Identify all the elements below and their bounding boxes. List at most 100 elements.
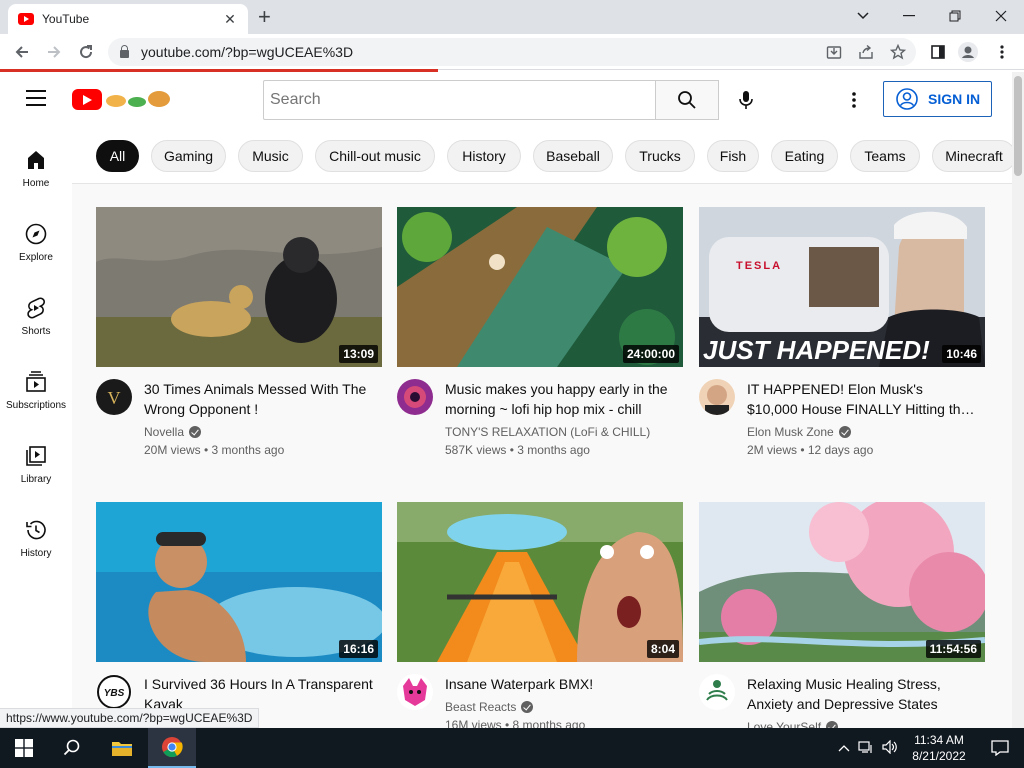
video-thumbnail[interactable]: 13:09 — [96, 207, 382, 367]
video-thumbnail[interactable]: 16:16 — [96, 502, 382, 662]
network-icon[interactable] — [858, 740, 874, 757]
thumbnail-overlay-text: JUST HAPPENED! — [703, 335, 930, 365]
search-button[interactable] — [655, 80, 719, 120]
channel-name[interactable]: Love YourSelf — [747, 720, 839, 728]
tab-title: YouTube — [42, 12, 90, 26]
youtube-doodle-logo[interactable] — [72, 88, 170, 110]
channel-avatar[interactable] — [397, 379, 433, 415]
minimize-button[interactable] — [894, 4, 924, 28]
taskbar-clock[interactable]: 11:34 AM 8/21/2022 — [900, 732, 978, 764]
tab-close-icon[interactable]: ✕ — [222, 11, 238, 28]
page-scrollbar[interactable] — [1012, 72, 1024, 728]
sidebar-item-subscriptions[interactable]: Subscriptions — [0, 350, 72, 424]
video-title[interactable]: Insane Waterpark BMX! — [445, 674, 675, 694]
sidebar-item-home[interactable]: Home — [0, 128, 72, 202]
lock-icon — [120, 45, 129, 58]
channel-avatar[interactable] — [699, 379, 735, 415]
address-bar[interactable]: youtube.com/?bp=wgUCEAE%3D — [108, 38, 916, 66]
video-thumbnail[interactable]: 11:54:56 — [699, 502, 985, 662]
forward-button[interactable] — [42, 40, 66, 64]
shorts-icon — [27, 297, 45, 319]
video-card[interactable]: 16:16 YBS I Survived 36 Hours In A Trans… — [96, 502, 382, 728]
close-window-button[interactable] — [986, 4, 1016, 28]
video-title[interactable]: Music makes you happy early in the morni… — [445, 379, 675, 419]
sidebar-item-shorts[interactable]: Shorts — [0, 276, 72, 350]
clock-date: 8/21/2022 — [912, 749, 966, 763]
chip-baseball[interactable]: Baseball — [533, 140, 613, 172]
back-button[interactable] — [10, 40, 34, 64]
subscriptions-icon — [26, 371, 46, 392]
chrome-taskbar-button[interactable] — [148, 728, 196, 768]
video-title[interactable]: 30 Times Animals Messed With The Wrong O… — [144, 379, 374, 419]
video-card[interactable]: 8:04 Insane Waterpark BMX! Beast Reacts … — [397, 502, 683, 728]
settings-menu-icon[interactable] — [842, 86, 866, 114]
channel-name[interactable]: Beast Reacts — [445, 700, 534, 714]
video-title[interactable]: IT HAPPENED! Elon Musk's $10,000 House F… — [747, 379, 977, 419]
chip-minecraft[interactable]: Minecraft — [932, 140, 1012, 172]
sidebar-item-history[interactable]: History — [0, 498, 72, 572]
chip-trucks[interactable]: Trucks — [625, 140, 695, 172]
channel-name[interactable]: TONY'S RELAXATION (LoFi & CHILL) — [445, 425, 650, 439]
clock-time: 11:34 AM — [914, 733, 964, 747]
chip-eating[interactable]: Eating — [771, 140, 838, 172]
browser-tab[interactable]: YouTube ✕ — [8, 4, 248, 34]
restore-button[interactable] — [940, 4, 970, 28]
sidebar-item-label: Home — [22, 178, 50, 189]
video-card[interactable]: TESLA JUST HAPPENED! 10:46 IT HAPPENED! … — [699, 207, 985, 467]
install-app-icon[interactable] — [824, 42, 844, 62]
sign-in-button[interactable]: SIGN IN — [883, 81, 992, 117]
video-stats: 2M views • 12 days ago — [747, 443, 874, 457]
taskbar-search-button[interactable] — [48, 728, 96, 768]
channel-name[interactable]: Novella — [144, 425, 202, 439]
video-title[interactable]: Relaxing Music Healing Stress, Anxiety a… — [747, 674, 977, 714]
channel-avatar[interactable]: YBS — [96, 674, 132, 710]
library-icon — [26, 446, 46, 466]
search-input[interactable]: Search — [263, 80, 656, 120]
sidebar-item-library[interactable]: Library — [0, 424, 72, 498]
profile-avatar-icon[interactable] — [958, 42, 978, 62]
video-thumbnail[interactable]: 24:00:00 — [397, 207, 683, 367]
chip-history[interactable]: History — [447, 140, 521, 172]
system-tray — [838, 728, 898, 768]
chip-all[interactable]: All — [96, 140, 139, 172]
channel-name[interactable]: Elon Musk Zone — [747, 425, 851, 439]
chip-music[interactable]: Music — [238, 140, 303, 172]
reload-button[interactable] — [74, 40, 98, 64]
sidebar-item-label: Explore — [19, 252, 53, 263]
tab-search-icon[interactable] — [848, 4, 878, 28]
video-thumbnail[interactable]: TESLA JUST HAPPENED! 10:46 — [699, 207, 985, 367]
side-panel-icon[interactable] — [928, 42, 948, 62]
channel-avatar[interactable]: V — [96, 379, 132, 415]
search-icon — [678, 91, 696, 109]
start-button[interactable] — [0, 728, 48, 768]
video-duration: 24:00:00 — [622, 345, 679, 363]
share-icon[interactable] — [856, 42, 876, 62]
chip-chill-out-music[interactable]: Chill-out music — [315, 140, 435, 172]
chip-gaming[interactable]: Gaming — [151, 140, 226, 172]
chrome-menu-icon[interactable] — [992, 42, 1012, 62]
volume-icon[interactable] — [882, 739, 898, 757]
video-thumbnail[interactable]: 8:04 — [397, 502, 683, 662]
video-stats: 20M views • 3 months ago — [144, 443, 285, 457]
new-tab-button[interactable]: + — [258, 4, 271, 30]
compass-icon — [25, 223, 47, 245]
channel-avatar[interactable] — [397, 674, 433, 710]
bookmark-star-icon[interactable] — [888, 42, 908, 62]
video-card[interactable]: 11:54:56 Relaxing Music Healing Stress, … — [699, 502, 985, 728]
chip-teams[interactable]: Teams — [850, 140, 920, 172]
sidebar-item-label: Library — [20, 474, 52, 485]
verified-badge-icon — [521, 701, 534, 713]
video-card[interactable]: 13:09 V 30 Times Animals Messed With The… — [96, 207, 382, 467]
voice-search-button[interactable] — [730, 84, 762, 116]
chip-fish[interactable]: Fish — [707, 140, 759, 172]
notifications-button[interactable] — [976, 728, 1024, 768]
hamburger-menu-icon[interactable] — [26, 90, 46, 106]
channel-avatar[interactable] — [699, 674, 735, 710]
sidebar-item-explore[interactable]: Explore — [0, 202, 72, 276]
verified-badge-icon — [826, 721, 839, 728]
file-explorer-button[interactable] — [98, 728, 146, 768]
svg-text:YBS: YBS — [104, 688, 125, 699]
show-hidden-icons-icon[interactable] — [838, 741, 850, 755]
video-card[interactable]: 24:00:00 Music makes you happy early in … — [397, 207, 683, 467]
scrollbar-thumb[interactable] — [1014, 76, 1022, 176]
